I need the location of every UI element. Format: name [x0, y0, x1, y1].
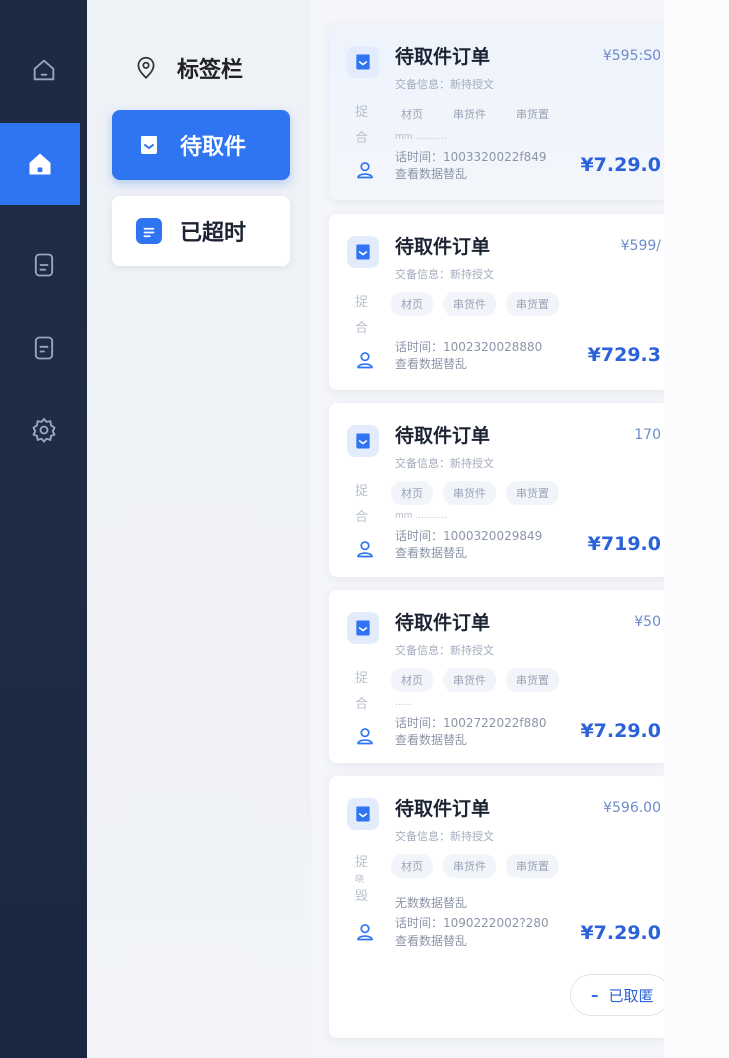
blank-area [664, 0, 729, 1058]
card-link[interactable]: 查看数据替乱 [395, 932, 467, 949]
home-outline-icon [33, 59, 54, 81]
card-time: 话时间：1003320022f849 [395, 150, 547, 164]
card-price-top: ¥595:S0 [602, 48, 661, 64]
card-note: 无数数据替乱 [395, 896, 468, 910]
order-list: 待取件订单 ¥595:S0 交备信息：新持授文 捉 合 材页 串货件 串货置 m… [311, 0, 670, 1058]
card-side-text: 捉 合 [355, 671, 369, 712]
bag-icon [347, 612, 379, 644]
card-side-text: 捉 合 [355, 105, 369, 146]
card-time: 话时间：1002320028880 [395, 340, 543, 354]
card-side-text: 捉 晓 毁 [355, 855, 369, 904]
card-subtitle: 交备信息：新持授文 [395, 644, 494, 657]
card-price: ¥7.29.0 [580, 922, 661, 944]
subnav-item-overdue[interactable]: 已超时 [112, 196, 290, 266]
card-title: 待取件订单 [395, 425, 491, 447]
card-subtitle: 交备信息：新持授文 [395, 457, 494, 470]
tag[interactable]: 材页 [391, 481, 433, 505]
subnav-header: 标签栏 [133, 48, 243, 88]
card-price: ¥719.0 [587, 533, 661, 555]
card-time: 话时间：1002722022f880 [395, 716, 547, 730]
rail-home-outline[interactable] [0, 40, 87, 100]
minus-icon: – [591, 986, 599, 1004]
order-card[interactable]: 待取件订单 ¥599/ 交备信息：新持授文 捉 合 材页 串货件 串货置 话时间… [329, 214, 669, 390]
subnav-item-label: 待取件 [180, 135, 247, 160]
card-link[interactable]: 查看数据替乱 [395, 355, 467, 372]
tag[interactable]: 串货件 [443, 481, 496, 505]
user-icon [357, 541, 373, 558]
tag[interactable]: 材页 [391, 102, 433, 126]
location-pin-icon [137, 56, 155, 79]
tag[interactable]: 材页 [391, 292, 433, 316]
rail-list[interactable] [0, 318, 87, 378]
card-price: ¥7.29.0 [580, 720, 661, 742]
card-note: ...... [395, 698, 413, 708]
card-side-text: 捉 合 [355, 484, 369, 525]
card-title: 待取件订单 [395, 46, 491, 68]
card-tags: 材页 串货件 串货置 [391, 668, 559, 692]
card-subtitle: 交备信息：新持授文 [395, 78, 494, 91]
card-tags: 材页 串货件 串货置 [391, 292, 559, 316]
card-subtitle: 交备信息：新持授文 [395, 830, 494, 843]
tag[interactable]: 串货置 [506, 668, 559, 692]
user-icon [357, 924, 373, 941]
bag-icon [347, 46, 379, 78]
card-tags: 材页 串货件 串货置 [391, 481, 559, 505]
document-icon [34, 253, 53, 277]
order-card[interactable]: 待取件订单 ¥50 交备信息：新持授文 捉 合 材页 串货件 串货置 .....… [329, 590, 669, 763]
bag-icon [136, 132, 162, 158]
card-title: 待取件订单 [395, 612, 491, 634]
card-subtitle: 交备信息：新持授文 [395, 268, 494, 281]
tag[interactable]: 串货置 [506, 481, 559, 505]
home-icon [29, 153, 51, 175]
user-icon [357, 728, 373, 745]
bag-icon [347, 798, 379, 830]
rail-home-active[interactable] [0, 123, 80, 205]
card-time: 话时间：1000320029849 [395, 529, 543, 543]
card-tags: 材页 串货件 串货置 [391, 854, 559, 878]
tag[interactable]: 串货件 [443, 854, 496, 878]
bag-icon [347, 236, 379, 268]
rail-settings[interactable] [0, 400, 87, 460]
user-icon [357, 162, 373, 179]
subnav-header-label: 标签栏 [177, 58, 244, 83]
card-price: ¥7.29.0 [580, 154, 661, 176]
tag[interactable]: 材页 [391, 854, 433, 878]
list-icon [34, 336, 53, 360]
card-note: mm ........... [395, 132, 447, 142]
card-price-top: ¥599/ [620, 238, 661, 254]
tag[interactable]: 串货置 [506, 292, 559, 316]
subnav-item-label: 已超时 [180, 221, 247, 246]
tag[interactable]: 串货件 [443, 292, 496, 316]
card-link[interactable]: 查看数据替乱 [395, 544, 467, 561]
gear-icon [32, 417, 55, 443]
tag[interactable]: 材页 [391, 668, 433, 692]
card-note: mm ........... [395, 511, 447, 521]
card-price-top: ¥596.00 [603, 800, 661, 816]
cancelled-button[interactable]: – 已取匿 [570, 974, 670, 1016]
notes-icon [136, 218, 162, 244]
card-tags: 材页 串货件 串货置 [391, 102, 559, 126]
order-card[interactable]: 待取件订单 ¥595:S0 交备信息：新持授文 捉 合 材页 串货件 串货置 m… [329, 24, 669, 200]
tag[interactable]: 串货置 [506, 854, 559, 878]
card-title: 待取件订单 [395, 236, 491, 258]
card-side-text: 捉 合 [355, 295, 369, 336]
bag-icon [347, 425, 379, 457]
sub-navigation: 标签栏 待取件 已超时 [87, 0, 311, 1058]
card-time: 话时间：1090222002?280 [395, 916, 549, 930]
cancelled-button-label: 已取匿 [608, 986, 654, 1005]
card-price-top: 170 [634, 427, 661, 443]
subnav-item-pending[interactable]: 待取件 [112, 110, 290, 180]
rail-document[interactable] [0, 235, 87, 295]
card-link[interactable]: 查看数据替乱 [395, 731, 467, 748]
side-rail [0, 0, 87, 1058]
card-title: 待取件订单 [395, 798, 491, 820]
card-price: ¥729.3 [587, 344, 661, 366]
tag[interactable]: 串货置 [506, 102, 559, 126]
tag[interactable]: 串货件 [443, 102, 496, 126]
tag[interactable]: 串货件 [443, 668, 496, 692]
order-card[interactable]: 待取件订单 170 交备信息：新持授文 捉 合 材页 串货件 串货置 mm ..… [329, 403, 669, 577]
card-link[interactable]: 查看数据替乱 [395, 165, 467, 182]
user-icon [357, 352, 373, 369]
card-price-top: ¥50 [634, 614, 661, 630]
